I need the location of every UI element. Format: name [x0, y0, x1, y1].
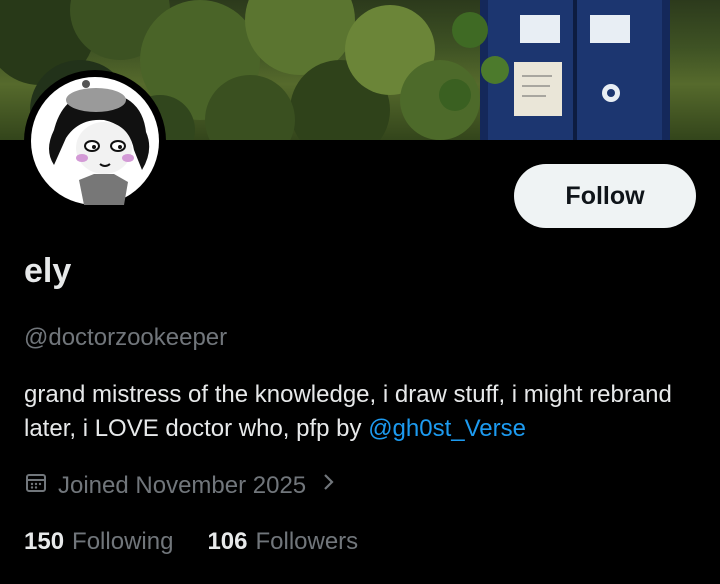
- following-link[interactable]: 150 Following: [24, 528, 173, 556]
- joined-date: Joined November 2025: [24, 470, 340, 501]
- bio-text: grand mistress of the knowledge, i draw …: [24, 381, 672, 442]
- chevron-right-icon[interactable]: [316, 470, 340, 501]
- profile-bio: grand mistress of the knowledge, i draw …: [24, 378, 696, 446]
- following-count: 150: [24, 528, 65, 555]
- following-label: Following: [72, 528, 174, 555]
- calendar-icon: [24, 470, 48, 501]
- avatar[interactable]: [24, 70, 166, 212]
- avatar-image: [31, 77, 159, 205]
- follow-button[interactable]: Follow: [514, 164, 696, 228]
- profile-stats: 150 Following 106 Followers: [24, 528, 358, 556]
- followers-link[interactable]: 106 Followers: [207, 528, 358, 556]
- bio-mention-link[interactable]: @gh0st_Verse: [368, 415, 526, 442]
- followers-count: 106: [207, 528, 248, 555]
- user-handle: @doctorzookeeper: [24, 324, 228, 351]
- joined-label: Joined November 2025: [58, 471, 307, 499]
- followers-label: Followers: [255, 528, 359, 555]
- display-name: ely: [24, 252, 72, 290]
